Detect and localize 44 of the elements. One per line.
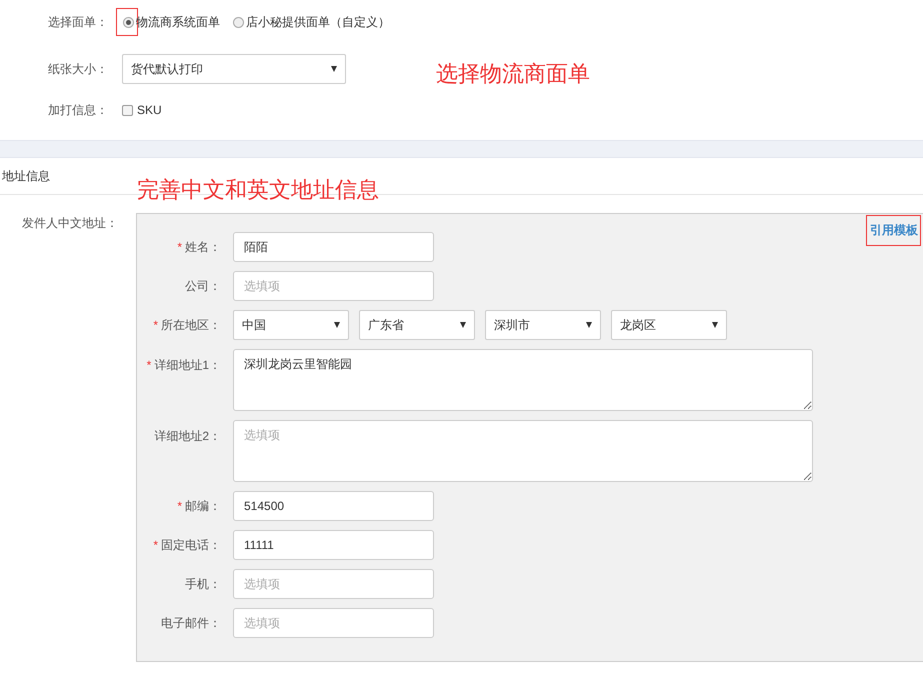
radio-label[interactable]: 店小秘提供面单（自定义）	[246, 14, 390, 30]
input-field[interactable]: 选填项	[233, 608, 434, 638]
caret-icon	[586, 322, 592, 328]
caret-icon	[712, 322, 718, 328]
form-label: 选择面单：	[47, 14, 109, 30]
region-select[interactable]: 龙岗区	[611, 310, 727, 340]
caret-icon	[331, 66, 337, 72]
field-label: 邮编：	[185, 498, 221, 512]
text-area[interactable]: 选填项	[233, 420, 813, 482]
field-label: 姓名：	[185, 240, 221, 254]
region-select[interactable]: 深圳市	[485, 310, 601, 340]
field-label: 所在地区：	[161, 318, 221, 332]
paper-size-select[interactable]: 货代默认打印	[122, 54, 346, 84]
required-mark: *	[153, 538, 158, 552]
field-label: 电子邮件：	[161, 616, 221, 630]
field-label: 详细地址1：	[154, 358, 221, 372]
input-field[interactable]: 选填项	[233, 271, 434, 301]
caret-icon	[460, 322, 466, 328]
required-mark: *	[177, 240, 182, 254]
caret-icon	[334, 322, 340, 328]
form-label: 加打信息：	[47, 102, 109, 118]
field-label: 详细地址2：	[154, 429, 221, 443]
annotation-text: 选择物流商面单	[436, 60, 590, 88]
annotation-text: 完善中文和英文地址信息	[137, 176, 379, 204]
checkbox[interactable]	[122, 104, 133, 116]
region-select[interactable]: 广东省	[359, 310, 475, 340]
field-label: 公司：	[185, 278, 221, 292]
input-field[interactable]: 514500	[233, 491, 434, 521]
radio-button[interactable]	[122, 16, 134, 28]
text-area[interactable]: 深圳龙岗云里智能园	[233, 349, 813, 411]
section-title: 地址信息	[1, 168, 50, 184]
form-label: 发件人中文地址：	[21, 215, 119, 232]
input-field[interactable]: 陌陌	[233, 232, 434, 262]
region-select[interactable]: 中国	[233, 310, 349, 340]
field-label: 固定电话：	[161, 538, 221, 552]
required-mark: *	[153, 318, 158, 332]
radio-button[interactable]	[232, 16, 244, 28]
checkbox-option[interactable]: SKU	[122, 103, 162, 117]
field-label: 手机：	[185, 576, 221, 590]
input-field[interactable]: 11111	[233, 530, 434, 560]
required-mark: *	[177, 498, 182, 512]
form-label: 纸张大小：	[47, 60, 109, 78]
input-field[interactable]: 选填项	[233, 569, 434, 599]
required-mark: *	[146, 358, 152, 372]
